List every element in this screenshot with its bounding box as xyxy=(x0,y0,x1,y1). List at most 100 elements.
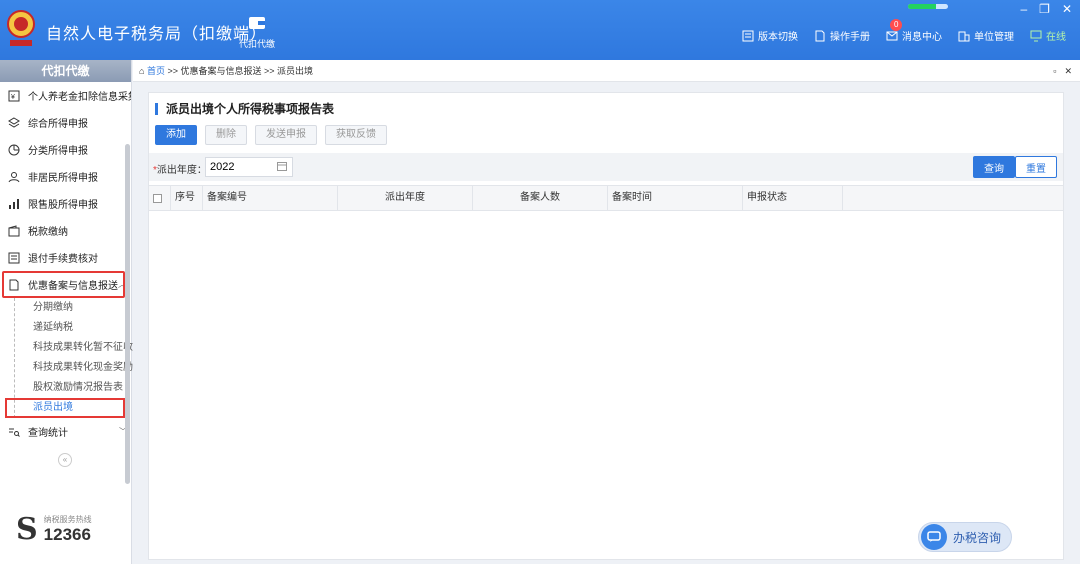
add-button[interactable]: 添加 xyxy=(155,125,197,145)
unit-manage-icon xyxy=(958,31,970,41)
nav-daikou-label: 代扣代缴 xyxy=(238,39,275,49)
chevron-up-icon: ︿ xyxy=(118,279,123,290)
sub-item-tech-exempt[interactable]: 科技成果转化暂不征收 xyxy=(15,338,133,358)
sidebar-item-restricted-stock[interactable]: 限售股所得申报 xyxy=(0,190,131,217)
service-hotline: S 纳税服务热线 12366 xyxy=(16,512,92,547)
online-status[interactable]: 在线 xyxy=(1030,28,1066,43)
message-center-button[interactable]: 0 消息中心 xyxy=(886,19,942,43)
sidebar-item-label: 优惠备案与信息报送 xyxy=(28,281,118,292)
sidebar-item-tax-payment[interactable]: 税款缴纳 xyxy=(0,217,131,244)
sidebar-scrollbar[interactable] xyxy=(125,144,130,484)
manual-button[interactable]: 操作手册 xyxy=(814,28,870,43)
sub-item-equity-report[interactable]: 股权激励情况报告表 xyxy=(15,378,131,398)
chat-icon xyxy=(921,524,947,550)
unit-manage-label: 单位管理 xyxy=(974,32,1014,43)
col-seq: 序号 xyxy=(171,186,203,210)
sub-item-tech-reward[interactable]: 科技成果转化现金奖励 xyxy=(15,358,133,378)
sidebar-item-query-stats[interactable]: 查询统计 ﹀ xyxy=(0,418,131,445)
tax-consult-label: 办税咨询 xyxy=(953,530,1002,545)
sidebar-item-label: 非居民所得申报 xyxy=(28,173,98,184)
sidebar-item-label: 综合所得申报 xyxy=(28,119,88,130)
sidebar-item-fee-check[interactable]: 退付手续费核对 xyxy=(0,244,131,271)
sidebar-item-comprehensive[interactable]: 综合所得申报 xyxy=(0,109,131,136)
get-feedback-button[interactable]: 获取反馈 xyxy=(325,125,387,145)
hotline-logo-icon: S xyxy=(16,512,38,547)
person-icon xyxy=(8,171,20,182)
sub-item-deferred[interactable]: 递延纳税 xyxy=(15,318,131,338)
version-switch-label: 版本切换 xyxy=(758,32,798,43)
svg-text:¥: ¥ xyxy=(11,94,15,101)
sidebar-item-label: 查询统计 xyxy=(28,428,68,439)
minimize-icon[interactable]: – xyxy=(1020,2,1027,16)
bar-chart-icon xyxy=(9,198,19,209)
page-title: 派员出境个人所得税事项报告表 xyxy=(155,103,334,115)
wallet-icon xyxy=(249,17,265,29)
collapse-sidebar-button[interactable]: « xyxy=(58,453,72,467)
sidebar-title: 代扣代缴 xyxy=(0,60,131,82)
sidebar-item-label: 分类所得申报 xyxy=(28,146,88,157)
select-all-cell xyxy=(149,186,171,210)
toolbar: 添加 删除 发送申报 获取反馈 xyxy=(155,125,387,145)
unit-manage-button[interactable]: 单位管理 xyxy=(958,28,1014,43)
list-icon xyxy=(8,252,20,263)
send-declaration-button[interactable]: 发送申报 xyxy=(255,125,317,145)
online-label: 在线 xyxy=(1046,32,1066,43)
breadcrumb: ⌂ 首页 >> 优惠备案与信息报送 >> 派员出境 ▫ ✕ xyxy=(133,60,1080,82)
col-filing-time: 备案时间 xyxy=(608,186,743,210)
home-icon: ⌂ xyxy=(139,66,145,76)
app-header: 自然人电子税务局（扣缴端） 代扣代缴 – ❐ ✕ 版本切换 操作手册 0 消息中… xyxy=(0,0,1080,60)
breadcrumb-level1[interactable]: 优惠备案与信息报送 xyxy=(180,66,261,76)
sidebar-item-label: 限售股所得申报 xyxy=(28,200,98,211)
manual-label: 操作手册 xyxy=(830,32,870,43)
version-switch-button[interactable]: 版本切换 xyxy=(742,28,798,43)
sidebar-item-preferential-filing[interactable]: 优惠备案与信息报送 ︿ xyxy=(2,271,125,298)
tax-emblem-logo xyxy=(7,10,35,46)
sidebar-sub-list: 分期缴纳 递延纳税 科技成果转化暂不征收 科技成果转化现金奖励 股权激励情况报告… xyxy=(5,298,133,418)
monitor-icon xyxy=(1030,30,1042,41)
col-year: 派出年度 xyxy=(338,186,473,210)
close-icon[interactable]: ✕ xyxy=(1062,2,1072,16)
version-switch-icon xyxy=(742,30,754,41)
hotline-number: 12366 xyxy=(43,525,91,544)
select-all-checkbox[interactable] xyxy=(153,194,162,203)
filter-row: *派出年度： 查询 重置 xyxy=(149,153,1063,181)
col-filing-no: 备案编号 xyxy=(203,186,338,210)
col-status: 申报状态 xyxy=(743,186,843,210)
sidebar-item-label: 税款缴纳 xyxy=(28,227,68,238)
window-controls: – ❐ ✕ xyxy=(1020,2,1072,16)
sub-item-installment[interactable]: 分期缴纳 xyxy=(15,298,131,318)
close-tab-icon[interactable]: ✕ xyxy=(1064,60,1072,82)
sub-item-dispatch-abroad[interactable]: 派员出境 xyxy=(5,398,125,418)
breadcrumb-level2: 派员出境 xyxy=(277,66,314,76)
sidebar-item-pension[interactable]: ¥ 个人养老金扣除信息采集 xyxy=(0,82,131,109)
status-progress-bar xyxy=(908,4,948,9)
pie-icon xyxy=(8,144,20,155)
restore-icon[interactable]: ❐ xyxy=(1039,2,1050,16)
wallet-icon xyxy=(8,224,20,236)
message-center-label: 消息中心 xyxy=(902,32,942,43)
calendar-icon[interactable] xyxy=(277,161,287,171)
sidebar: 代扣代缴 ¥ 个人养老金扣除信息采集 综合所得申报 分类所得申报 非居民所得申报… xyxy=(0,60,133,564)
doc-icon xyxy=(9,279,19,290)
sidebar-item-classified[interactable]: 分类所得申报 xyxy=(0,136,131,163)
sidebar-item-label: 个人养老金扣除信息采集 xyxy=(28,92,131,103)
sidebar-item-label: 退付手续费核对 xyxy=(28,254,98,265)
breadcrumb-home[interactable]: 首页 xyxy=(147,66,165,76)
tax-consult-button[interactable]: 办税咨询 xyxy=(918,522,1012,552)
header-actions: 版本切换 操作手册 0 消息中心 单位管理 在线 xyxy=(742,19,1066,43)
query-button[interactable]: 查询 xyxy=(973,156,1015,178)
layers-icon xyxy=(8,116,20,128)
delete-button[interactable]: 删除 xyxy=(205,125,247,145)
tab-controls: ▫ ✕ xyxy=(1053,60,1072,82)
breadcrumb-sep: >> xyxy=(261,66,278,76)
hotline-label: 纳税服务热线 xyxy=(43,515,92,524)
search-list-icon xyxy=(9,428,20,437)
maximize-tab-icon[interactable]: ▫ xyxy=(1053,60,1056,82)
sidebar-item-nonresident[interactable]: 非居民所得申报 xyxy=(0,163,131,190)
manual-icon xyxy=(815,30,825,41)
reset-button[interactable]: 重置 xyxy=(1015,156,1057,178)
report-panel: 派员出境个人所得税事项报告表 添加 删除 发送申报 获取反馈 *派出年度： 查询… xyxy=(148,92,1064,560)
nav-daikou[interactable]: 代扣代缴 xyxy=(232,14,282,50)
message-icon xyxy=(886,31,898,40)
year-label: *派出年度： xyxy=(153,165,207,176)
